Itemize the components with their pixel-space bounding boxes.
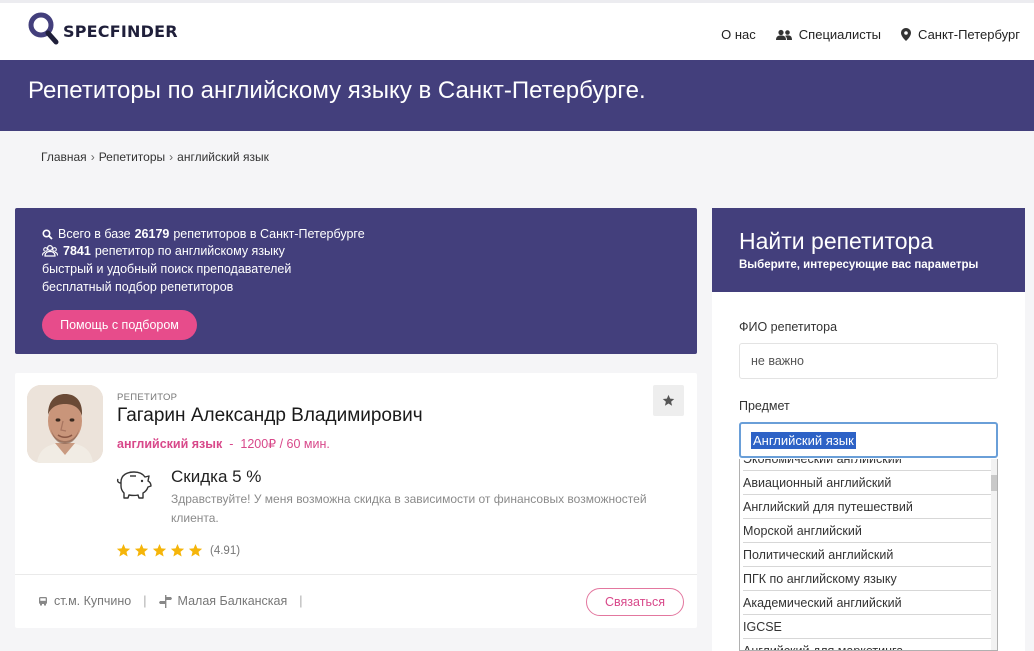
logo[interactable]: SPECFINDER	[27, 11, 178, 47]
search-subtitle: Выберите, интересующие вас параметры	[739, 259, 979, 271]
tutor-subject-price: английский язык - 1200₽ / 60 мин.	[117, 436, 330, 452]
subject-price-dash: -	[229, 436, 234, 451]
dropdown-scrollbar[interactable]	[991, 459, 997, 650]
star-filled-icon	[170, 543, 185, 557]
tutor-card: РЕПЕТИТОР Гагарин Александр Владимирович…	[15, 373, 697, 628]
help-selection-button[interactable]: Помощь с подбором	[42, 310, 197, 340]
subject-label: Предмет	[739, 399, 790, 413]
location-separator: |	[143, 594, 147, 608]
map-pin-icon	[901, 28, 912, 41]
info-total-prefix: Всего в базе	[58, 227, 131, 241]
info-subject-suffix: репетитор по английскому языку	[94, 244, 285, 258]
fio-label: ФИО репетитора	[739, 320, 838, 334]
search-icon	[42, 228, 53, 240]
nav-about-label: О нас	[721, 27, 756, 42]
fio-field[interactable]: не важно	[739, 343, 998, 379]
info-total-line: Всего в базе 26179 репетиторов в Санкт-П…	[42, 227, 365, 241]
search-sidebar: Найти репетитора Выберите, интересующие …	[712, 208, 1025, 651]
nav-city[interactable]: Санкт-Петербург	[901, 27, 1020, 42]
discount-text: Здравствуйте! У меня возможна скидка в з…	[171, 492, 647, 525]
brand-name: SPECFINDER	[63, 21, 178, 41]
metro-icon	[39, 597, 47, 606]
rating-value: (4.91)	[210, 544, 241, 557]
info-line-3: быстрый и удобный поиск преподавателей	[42, 262, 291, 276]
page-title: Репетиторы по английскому языку в Санкт-…	[28, 77, 646, 104]
favorite-button[interactable]	[653, 385, 684, 416]
breadcrumb-current: английский язык	[177, 150, 269, 164]
card-divider	[15, 574, 697, 575]
subject-dropdown-list[interactable]: Экономический английский Авиационный анг…	[739, 459, 998, 651]
contact-button[interactable]: Связаться	[586, 588, 684, 616]
star-filled-icon	[188, 543, 203, 557]
signpost-icon	[158, 594, 172, 608]
discount-title: Скидка 5 %	[171, 467, 262, 486]
info-fast-search-text: быстрый и удобный поиск преподавателей	[42, 262, 292, 276]
dropdown-option[interactable]: Морской английский	[743, 519, 991, 543]
tutor-location: ст.м. Купчино | Малая Балканская |	[38, 594, 315, 608]
piggy-bank-icon	[115, 467, 153, 506]
subject-select[interactable]: Английский язык	[739, 422, 998, 458]
dropdown-option[interactable]: Авиационный английский	[743, 471, 991, 495]
group-icon	[42, 245, 58, 257]
nav-city-label: Санкт-Петербург	[918, 27, 1020, 42]
tutor-name[interactable]: Гагарин Александр Владимирович	[117, 405, 423, 427]
dropdown-option[interactable]: IGCSE	[743, 615, 991, 639]
database-info-panel: Всего в базе 26179 репетиторов в Санкт-П…	[15, 208, 697, 354]
info-total-suffix: репетиторов в Санкт-Петербурге	[173, 227, 365, 241]
breadcrumb: Главная › Репетиторы › английский язык	[41, 150, 269, 164]
nav-specialists[interactable]: Специалисты	[775, 27, 882, 42]
dropdown-option[interactable]: Академический английский	[743, 591, 991, 615]
dropdown-option[interactable]: ПГК по английскому языку	[743, 567, 991, 591]
info-subject-count: 7841	[63, 244, 91, 258]
star-icon	[662, 394, 675, 406]
breadcrumb-separator: ›	[169, 150, 174, 164]
nav-specialists-label: Специалисты	[798, 27, 882, 42]
metro-station: ст.м. Купчино	[54, 594, 132, 608]
info-line-4: бесплатный подбор репетиторов	[42, 280, 233, 294]
page-hero: Репетиторы по английскому языку в Санкт-…	[0, 60, 1034, 131]
top-nav: О нас Специалисты Санкт-Петербург	[701, 27, 1020, 42]
tutor-price: 1200₽ / 60 мин.	[240, 437, 330, 451]
dropdown-option[interactable]: Английский для путешествий	[743, 495, 991, 519]
star-filled-icon	[134, 543, 149, 557]
breadcrumb-home[interactable]: Главная	[41, 150, 87, 164]
users-icon	[775, 29, 792, 40]
nav-about[interactable]: О нас	[721, 27, 756, 42]
street-name: Малая Балканская	[177, 594, 288, 608]
info-free-selection-text: бесплатный подбор репетиторов	[42, 280, 234, 294]
rating-stars: (4.91)	[116, 543, 240, 558]
info-total-count: 26179	[134, 227, 170, 241]
breadcrumb-separator: ›	[90, 150, 95, 164]
dropdown-scrollbar-thumb[interactable]	[991, 475, 997, 491]
dropdown-option[interactable]: Политический английский	[743, 543, 991, 567]
dropdown-option[interactable]: Английский для маркетинга	[743, 639, 991, 650]
tutor-role: РЕПЕТИТОР	[117, 392, 178, 403]
breadcrumb-tutors[interactable]: Репетиторы	[99, 150, 165, 164]
star-filled-icon	[116, 543, 131, 557]
magnifier-logo-icon	[27, 11, 61, 47]
fio-field-value: не важно	[751, 354, 804, 368]
search-title: Найти репетитора	[739, 228, 934, 254]
tutor-subject: английский язык	[117, 436, 223, 451]
top-bar: SPECFINDER О нас Специалисты Санкт-Петер…	[0, 0, 1034, 60]
search-sidebar-header: Найти репетитора Выберите, интересующие …	[712, 208, 1025, 292]
subject-select-value: Английский язык	[751, 431, 856, 449]
location-separator: |	[299, 594, 303, 608]
star-filled-icon	[152, 543, 167, 557]
info-subject-line: 7841 репетитор по английскому языку	[42, 244, 285, 258]
dropdown-option[interactable]: Экономический английский	[743, 459, 991, 471]
tutor-avatar[interactable]	[27, 385, 103, 463]
